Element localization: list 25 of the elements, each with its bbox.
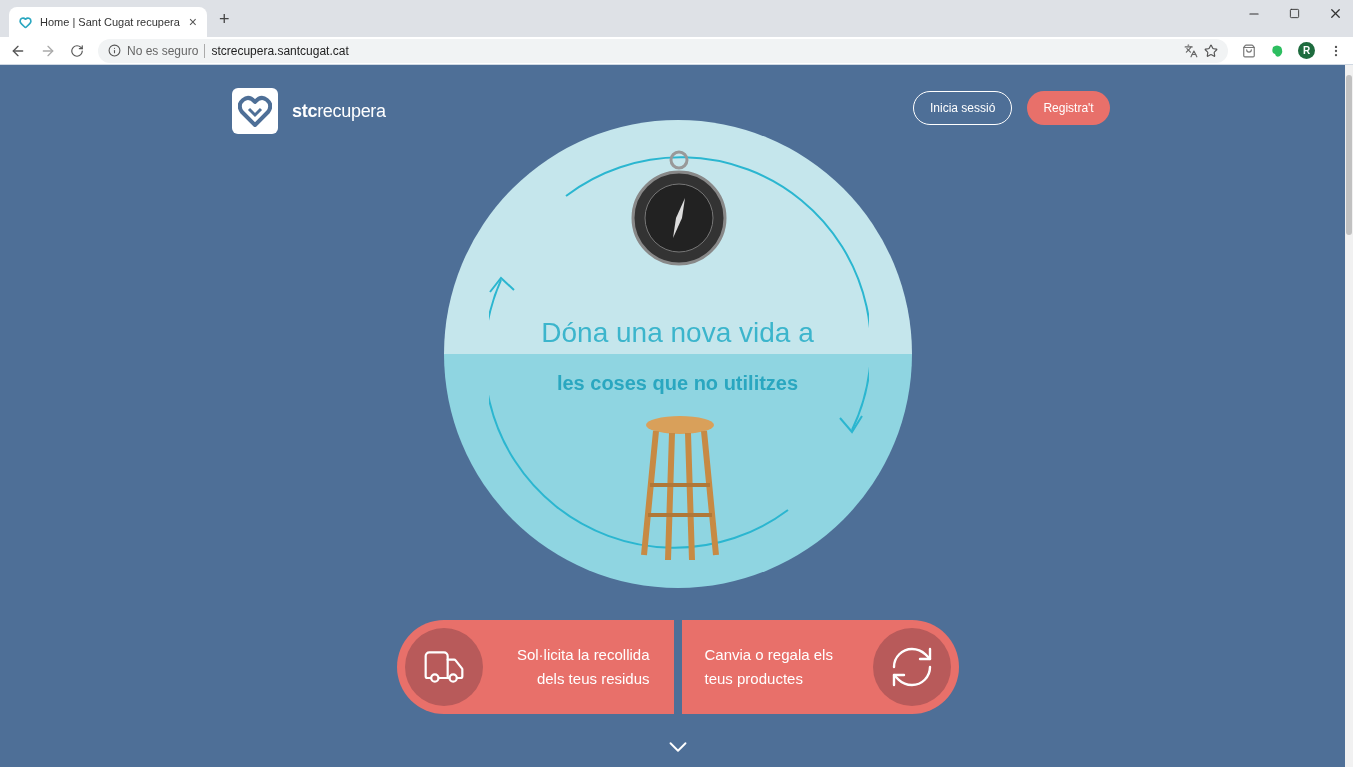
- tab-close[interactable]: ×: [188, 11, 197, 33]
- heart-icon: [19, 15, 32, 29]
- logo-text: stcrecupera: [292, 99, 386, 123]
- action-label: Canvia o regala els teus productes: [704, 645, 833, 689]
- scrollbar-thumb[interactable]: [1346, 75, 1352, 235]
- hero-title: Dóna una nova vida a: [541, 316, 814, 350]
- close-icon[interactable]: [1328, 6, 1343, 21]
- heart-recycle-icon: [238, 95, 272, 127]
- browser-tab[interactable]: Home | Sant Cugat recupera ×: [9, 7, 207, 37]
- reload-icon[interactable]: [70, 43, 84, 58]
- info-icon: [108, 44, 121, 57]
- hero-subtitle: les coses que no utilitzes: [556, 371, 799, 396]
- address-bar[interactable]: No es seguro stcrecupera.santcugat.cat: [98, 38, 1228, 63]
- action-label: Sol·licita la recollida dels teus residus: [516, 645, 650, 689]
- maximize-icon[interactable]: [1289, 8, 1300, 19]
- tab-title: Home | Sant Cugat recupera: [40, 14, 181, 30]
- scrollbar[interactable]: [1345, 65, 1353, 767]
- translate-icon[interactable]: [1184, 43, 1198, 58]
- logo-badge[interactable]: [232, 88, 278, 134]
- new-tab-button[interactable]: +: [219, 6, 230, 33]
- security-label: No es seguro: [127, 42, 199, 60]
- star-icon[interactable]: [1204, 43, 1218, 58]
- profile-avatar[interactable]: R: [1298, 42, 1315, 59]
- bag-icon[interactable]: [1242, 43, 1256, 58]
- url-text: stcrecupera.santcugat.cat: [211, 42, 349, 60]
